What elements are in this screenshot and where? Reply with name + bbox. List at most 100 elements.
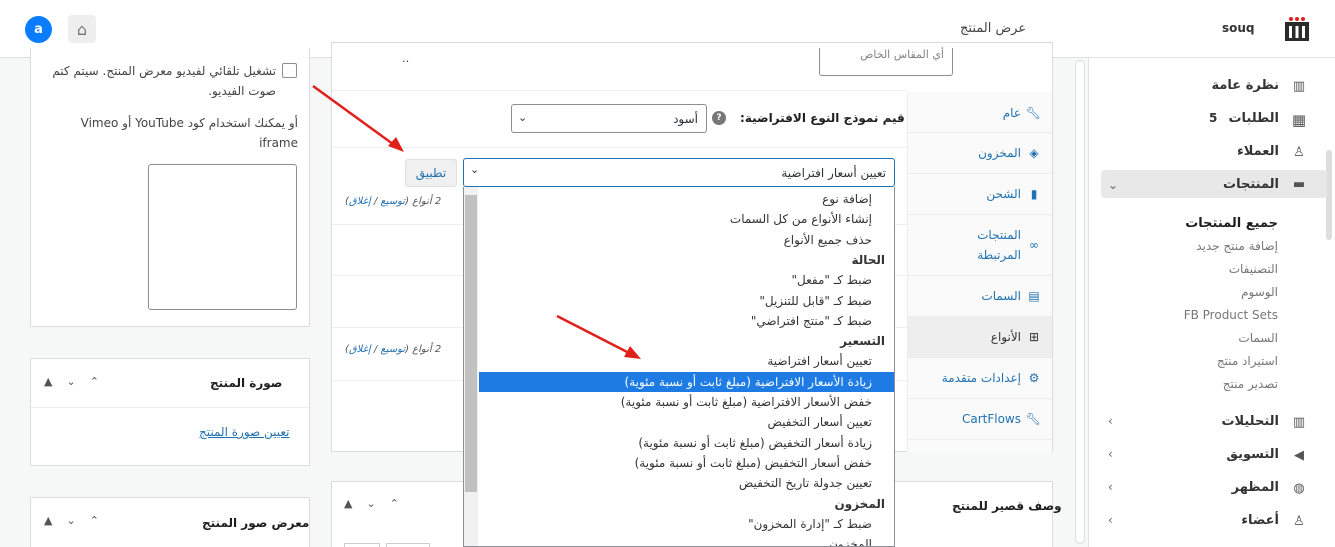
home-button[interactable]: ⌂ [68, 15, 96, 43]
sidebar-item-members[interactable]: أعضاء [1241, 513, 1279, 528]
expand-link[interactable]: توسيع [380, 344, 405, 355]
users-icon: ♙ [1293, 145, 1305, 160]
dropdown-option[interactable]: إنشاء الأنواع من كل السمات [479, 209, 894, 229]
apply-button[interactable]: تطبيق [405, 159, 457, 187]
dropdown-option[interactable]: تعيين أسعار افتراضية [479, 351, 894, 371]
wrench-icon: 🔧︎ [1025, 412, 1041, 426]
dropdown-option[interactable]: ضبط كـ "منتج افتراضي" [479, 311, 894, 331]
dropdown-option[interactable]: ضبط كـ "قابل للتنزيل" [479, 291, 894, 311]
dropdown-option[interactable]: زيادة أسعار التخفيض (مبلغ ثابت أو نسبة م… [479, 433, 894, 453]
brand-name[interactable]: souq [1222, 21, 1255, 35]
dropdown-option[interactable]: خفض الأسعار الافتراضية (مبلغ ثابت أو نسب… [479, 392, 894, 412]
collapse-link[interactable]: إغلاق [349, 344, 371, 355]
tab-cartflows[interactable]: 🔧︎ CartFlows [907, 399, 1052, 440]
dropdown-scrollbar[interactable] [464, 187, 478, 546]
tab-variations[interactable]: ⊞ الأنواع [907, 317, 1052, 358]
box-controls: ▲ ⌄ ⌃ [344, 497, 399, 510]
editor-button[interactable] [386, 543, 430, 547]
tab-general[interactable]: 🔧︎ عام [907, 93, 1052, 133]
gear-icon: ⚙ [1028, 371, 1040, 385]
sidebar-sub-add-product[interactable]: إضافة منتج جديد [1196, 239, 1278, 253]
box-icon: ▬ [1292, 177, 1306, 192]
tab-shipping[interactable]: ▮ الشحن [907, 174, 1052, 215]
truck-icon: ▮ [1030, 187, 1038, 201]
chevron-down-icon[interactable]: ⌄ [366, 497, 375, 510]
embed-hint-text: أو يمكنك استخدام كود YouTube أو Vimeo if… [80, 116, 298, 150]
dropdown-option[interactable]: تعيين جدولة تاريخ التخفيض [479, 473, 894, 493]
sidebar-item-analytics[interactable]: التحليلات [1221, 414, 1279, 429]
souq-logo[interactable] [1284, 16, 1310, 42]
page-title: عرض المنتج [960, 21, 1027, 36]
link-icon: ∞ [1029, 238, 1039, 252]
video-embed-textarea[interactable] [148, 164, 297, 310]
move-up-icon[interactable]: ▲ [44, 375, 52, 388]
bulk-actions-dropdown[interactable]: إضافة نوع إنشاء الأنواع من كل السمات حذف ج… [463, 187, 895, 547]
sidebar-sub-import[interactable]: استيراد منتج [1217, 354, 1278, 368]
chevron-up-icon[interactable]: ⌃ [390, 497, 399, 510]
editor-button[interactable] [344, 543, 380, 547]
chevron-left-icon[interactable]: ‹ [1108, 480, 1113, 494]
product-gallery-title: معرض صور المنتج [202, 516, 310, 530]
chevron-up-icon[interactable]: ⌃ [90, 514, 99, 527]
autoplay-text: تشغيل تلقائي لفيديو معرض المنتج. سيتم كت… [52, 64, 276, 98]
tab-advanced[interactable]: ⚙ إعدادات متقدمة [907, 358, 1052, 399]
chevron-down-icon[interactable]: ⌄ [66, 514, 75, 527]
expand-link[interactable]: توسيع [380, 196, 405, 207]
variations-expand-collapse-2: 2 أنواع (توسيع / إغلاق) [345, 344, 442, 355]
help-icon[interactable]: ? [712, 111, 726, 125]
move-up-icon[interactable]: ▲ [344, 497, 352, 510]
autoplay-checkbox[interactable] [282, 63, 297, 78]
dropdown-option[interactable]: إضافة نوع [479, 189, 894, 209]
sidebar-item-orders[interactable]: الطلبات [1228, 111, 1279, 126]
sidebar-scrollbar[interactable] [1326, 150, 1332, 240]
tab-attributes[interactable]: ▤ السمات [907, 276, 1052, 317]
sidebar-item-products[interactable]: المنتجات [1223, 177, 1279, 192]
collapse-link[interactable]: إغلاق [349, 196, 371, 207]
dropdown-option[interactable]: ضبط كـ "مفعل" [479, 270, 894, 290]
dropdown-group-label: المخزون [834, 496, 885, 511]
sidebar-item-appearance[interactable]: المظهر [1232, 480, 1279, 495]
divider [332, 90, 907, 91]
chevron-down-icon: ⌄ [518, 111, 528, 124]
sidebar-sub-tags[interactable]: الوسوم [1241, 285, 1278, 299]
dropdown-option[interactable]: خفض أسعار التخفيض (مبلغ ثابت أو نسبة مئو… [479, 453, 894, 473]
sidebar-sub-export[interactable]: تصدير منتج [1223, 377, 1278, 391]
chevron-left-icon[interactable]: ‹ [1108, 414, 1113, 428]
home-icon: ⌂ [76, 19, 88, 39]
chevron-down-icon[interactable]: ⌄ [1108, 178, 1118, 192]
chevron-left-icon[interactable]: ‹ [1108, 513, 1113, 527]
dropdown-option[interactable]: المخزون [479, 534, 894, 546]
dropdown-option[interactable]: حذف جميع الأنواع [479, 230, 894, 250]
sidebar-item-marketing[interactable]: التسويق [1226, 447, 1279, 462]
tab-inventory[interactable]: ◈ المخزون [907, 133, 1052, 174]
avatar[interactable]: a [25, 16, 52, 43]
default-color-select[interactable]: أسود [511, 104, 707, 133]
sidebar-item-overview[interactable]: نظرة عامة [1211, 78, 1279, 93]
sidebar-sub-all-products[interactable]: جميع المنتجات [1185, 216, 1278, 231]
content-scroll-gutter [1073, 58, 1087, 547]
move-up-icon[interactable]: ▲ [44, 514, 52, 527]
dropdown-option[interactable]: ضبط كـ "إدارة المخزون" [479, 514, 894, 534]
divider [31, 407, 309, 408]
chevron-left-icon[interactable]: ‹ [1108, 447, 1113, 461]
bulk-actions-select[interactable]: تعيين أسعار افتراضية [463, 158, 895, 187]
chevron-down-icon[interactable]: ⌄ [66, 375, 75, 388]
sidebar-item-customers[interactable]: العملاء [1237, 144, 1279, 159]
tab-linked-products[interactable]: ∞ المنتجات المرتبطة [907, 215, 1052, 276]
content-scrollbar[interactable] [1075, 60, 1085, 544]
sidebar [1088, 58, 1335, 547]
set-product-image-link[interactable]: تعيين صورة المنتج [199, 425, 290, 439]
box-controls: ▲ ⌄ ⌃ [44, 514, 99, 527]
chevron-up-icon[interactable]: ⌃ [90, 375, 99, 388]
dropdown-option[interactable]: زيادة الأسعار الافتراضية (مبلغ ثابت أو ن… [479, 371, 894, 392]
dropdown-option[interactable]: تعيين أسعار التخفيض [479, 412, 894, 432]
grid-icon: ▦ [1291, 111, 1307, 129]
attribute-select-top[interactable]: أي المقاس الخاص [819, 48, 953, 76]
orders-count-badge: 5 [1209, 111, 1218, 125]
sidebar-sub-categories[interactable]: التصنيفات [1229, 262, 1278, 276]
dropdown-group-label: التسعير [840, 334, 885, 349]
sidebar-sub-attributes[interactable]: السمات [1238, 331, 1278, 345]
divider [332, 147, 907, 148]
sidebar-sub-fb-sets[interactable]: FB Product Sets [1184, 308, 1278, 322]
drag-handle: ‥ [402, 52, 410, 65]
